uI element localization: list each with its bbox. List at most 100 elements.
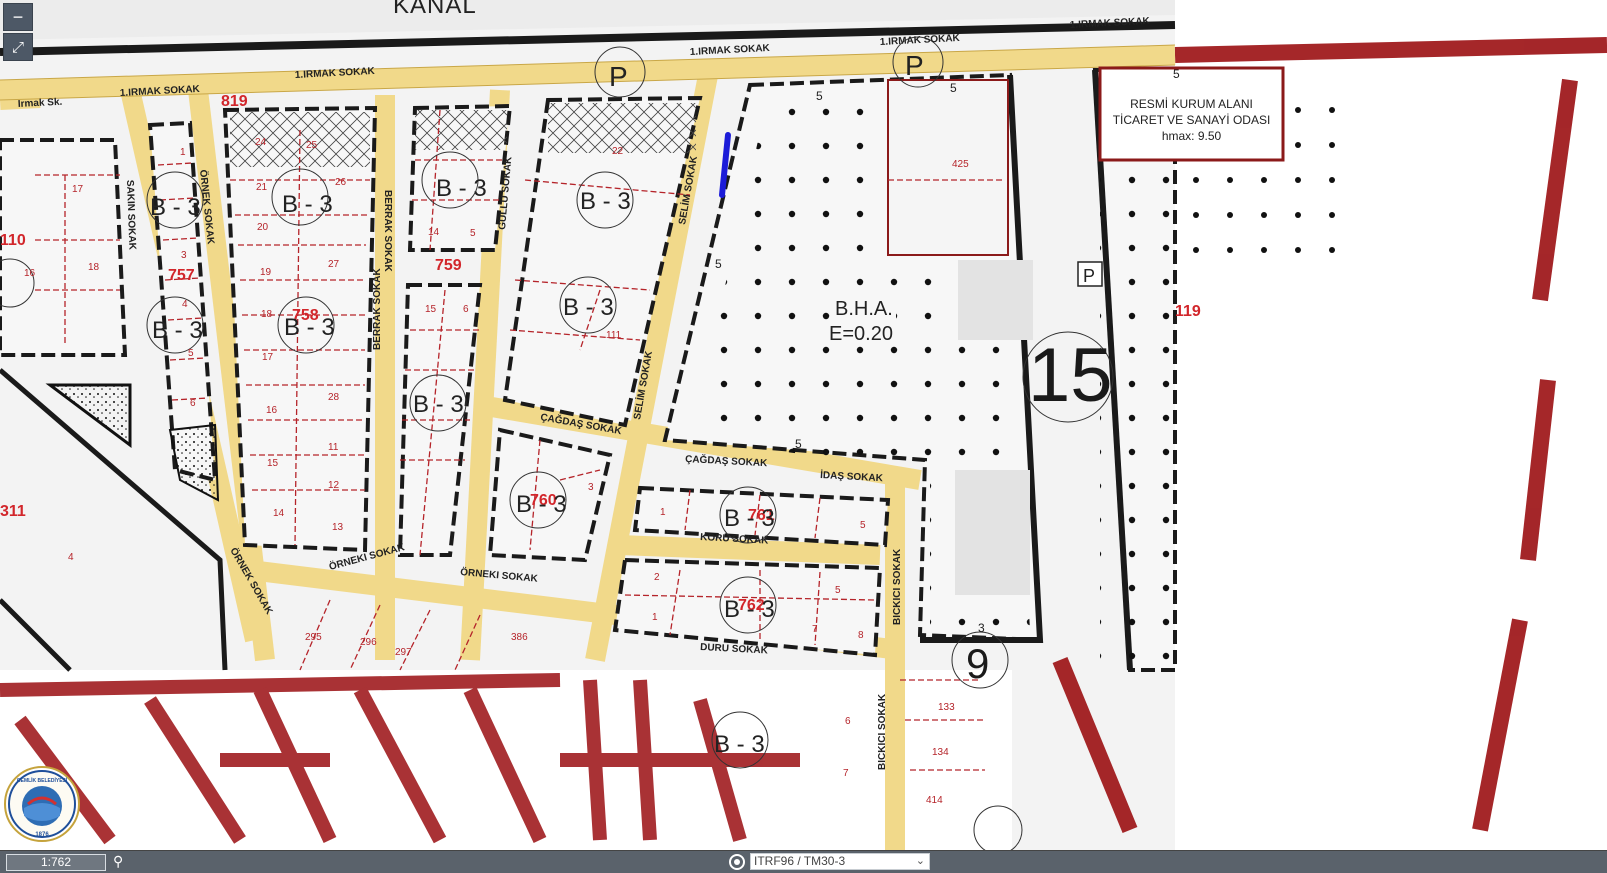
- svg-text:B - 3: B - 3: [724, 505, 775, 532]
- svg-text:B - 3: B - 3: [516, 491, 567, 518]
- svg-text:BERRAK SOKAK: BERRAK SOKAK: [372, 268, 383, 350]
- svg-text:P: P: [609, 61, 628, 92]
- svg-text:19: 19: [260, 267, 272, 278]
- bha-ratio: E=0.20: [826, 323, 896, 346]
- svg-text:5: 5: [835, 585, 841, 596]
- svg-text:B - 3: B - 3: [724, 596, 775, 623]
- svg-text:4: 4: [68, 552, 74, 563]
- block-number-small: 9: [966, 640, 990, 687]
- bha-title: B.H.A.: [832, 298, 896, 321]
- svg-text:15: 15: [425, 304, 437, 315]
- svg-text:24: 24: [255, 137, 267, 148]
- svg-text:5: 5: [950, 81, 957, 95]
- zoom-out-button[interactable]: −: [3, 3, 33, 31]
- svg-text:110: 110: [0, 232, 26, 249]
- svg-text:425: 425: [952, 159, 969, 170]
- svg-text:B - 3: B - 3: [284, 314, 335, 341]
- svg-text:B - 3: B - 3: [714, 731, 765, 758]
- svg-text:17: 17: [72, 184, 84, 195]
- svg-text:3: 3: [588, 482, 594, 493]
- svg-text:4: 4: [182, 299, 188, 310]
- svg-text:BICKICI SOKAK: BICKICI SOKAK: [892, 548, 903, 625]
- svg-text:16: 16: [266, 405, 278, 416]
- svg-text:B - 3: B - 3: [152, 317, 203, 344]
- svg-text:414: 414: [926, 795, 943, 806]
- svg-text:7: 7: [812, 624, 818, 635]
- svg-text:21: 21: [256, 182, 268, 193]
- measure-icon[interactable]: ⚲: [113, 853, 131, 871]
- svg-text:17: 17: [262, 352, 274, 363]
- svg-text:311: 311: [0, 503, 26, 520]
- svg-text:297: 297: [395, 647, 412, 658]
- svg-text:P: P: [1083, 266, 1095, 286]
- map-layer: 1.IRMAK SOKAK Irmak Sk. 1.IRMAK SOKAK 1.…: [0, 0, 1607, 850]
- fullscreen-button[interactable]: ⤢: [3, 33, 33, 61]
- svg-text:16: 16: [24, 268, 36, 279]
- institution-line1: RESMİ KURUM ALANI: [1130, 97, 1253, 111]
- logo-text: GEMLİK BELEDİYESİ: [17, 777, 68, 784]
- svg-text:6: 6: [845, 716, 851, 727]
- svg-text:7: 7: [843, 768, 849, 779]
- svg-text:11: 11: [328, 442, 339, 453]
- svg-text:B - 3: B - 3: [563, 294, 614, 321]
- svg-text:B - 3: B - 3: [150, 194, 201, 221]
- svg-text:Irmak Sk.: Irmak Sk.: [18, 97, 63, 110]
- svg-text:SAKIN SOKAK: SAKIN SOKAK: [124, 180, 137, 251]
- svg-text:13: 13: [332, 522, 344, 533]
- svg-text:25: 25: [306, 140, 318, 151]
- svg-text:8: 8: [858, 630, 864, 641]
- svg-text:12: 12: [328, 480, 340, 491]
- svg-text:3: 3: [978, 621, 985, 635]
- chevron-down-icon: ⌄: [915, 855, 925, 867]
- svg-text:5: 5: [816, 89, 823, 103]
- svg-text:2: 2: [654, 572, 660, 583]
- svg-text:296: 296: [360, 637, 377, 648]
- svg-text:1: 1: [180, 147, 186, 158]
- svg-text:B - 3: B - 3: [282, 191, 333, 218]
- municipality-logo: GEMLİK BELEDİYESİ 1876: [4, 766, 80, 842]
- svg-text:22: 22: [612, 146, 624, 157]
- status-bar: 1:762 ⚲ ITRF96 / TM30-3 ⌄: [0, 850, 1607, 873]
- svg-text:15: 15: [267, 458, 279, 469]
- svg-text:6: 6: [190, 398, 196, 409]
- svg-text:18: 18: [261, 309, 273, 320]
- svg-text:BERRAK SOKAK: BERRAK SOKAK: [382, 190, 393, 272]
- crs-select[interactable]: ITRF96 / TM30-3 ⌄: [750, 853, 930, 870]
- crs-value: ITRF96 / TM30-3: [754, 854, 846, 868]
- svg-text:28: 28: [328, 392, 340, 403]
- svg-text:B - 3: B - 3: [413, 391, 464, 418]
- svg-text:BICKICI SOKAK: BICKICI SOKAK: [877, 693, 888, 770]
- svg-text:5: 5: [188, 348, 194, 359]
- svg-text:5: 5: [470, 228, 476, 239]
- svg-text:14: 14: [273, 508, 285, 519]
- svg-text:20: 20: [257, 222, 269, 233]
- svg-text:5: 5: [1173, 67, 1180, 81]
- svg-text:26: 26: [335, 177, 347, 188]
- institution-line3: hmax: 9.50: [1161, 129, 1222, 143]
- svg-text:B - 3: B - 3: [580, 188, 631, 215]
- svg-text:5: 5: [795, 437, 802, 451]
- svg-text:1.IRMAK SOKAK: 1.IRMAK SOKAK: [690, 43, 771, 58]
- svg-text:1: 1: [652, 612, 658, 623]
- svg-text:134: 134: [932, 747, 949, 758]
- svg-text:14: 14: [428, 227, 440, 238]
- svg-text:759: 759: [435, 257, 462, 274]
- svg-text:27: 27: [328, 259, 340, 270]
- svg-text:3: 3: [181, 250, 187, 261]
- logo-year: 1876: [35, 832, 49, 838]
- scale-display[interactable]: 1:762: [6, 854, 106, 871]
- svg-text:386: 386: [511, 632, 528, 643]
- svg-text:133: 133: [938, 702, 955, 713]
- institution-label: RESMİ KURUM ALANI TİCARET VE SANAYİ ODAS…: [1100, 96, 1283, 144]
- crs-target-icon: [729, 854, 745, 870]
- svg-text:819: 819: [221, 93, 248, 110]
- svg-text:1: 1: [660, 507, 666, 518]
- svg-text:6: 6: [463, 304, 469, 315]
- institution-line2: TİCARET VE SANAYİ ODASI: [1112, 113, 1271, 127]
- svg-text:111: 111: [606, 330, 622, 341]
- svg-text:757: 757: [168, 267, 195, 284]
- map-canvas[interactable]: 1.IRMAK SOKAK Irmak Sk. 1.IRMAK SOKAK 1.…: [0, 0, 1607, 850]
- svg-text:5: 5: [715, 257, 722, 271]
- svg-text:5: 5: [860, 520, 866, 531]
- svg-text:B - 3: B - 3: [436, 175, 487, 202]
